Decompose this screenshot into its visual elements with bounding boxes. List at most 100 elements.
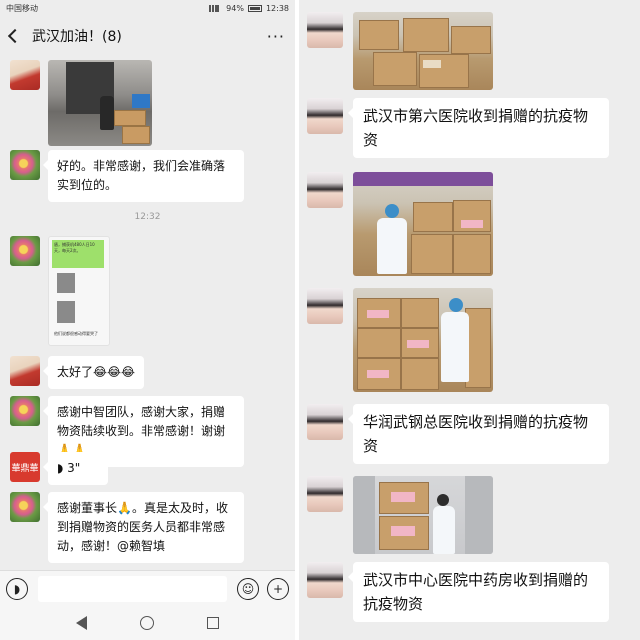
carton [403,18,449,52]
doctor-head [449,298,463,312]
staff-figure [433,506,455,554]
blue-crate [132,94,150,108]
green-message-snippet: 盾，捕获机480人日10天，每天2次。 [52,240,104,268]
chat-header: 武汉加油！(8) ··· [0,16,295,56]
message-text[interactable]: 感谢董事长🙏。真是太及时，收到捐赠物资的医务人员都非常感动，感谢！@赖智填 [10,492,244,563]
nav-back-icon[interactable] [76,616,88,630]
avatar-logo[interactable]: 華鼎華 [10,452,40,482]
doctor-figure [377,218,407,274]
avatar[interactable] [10,60,40,90]
carton [122,126,150,144]
message-text[interactable]: 武汉市中心医院中药房收到捐赠的抗疫物资 [307,562,609,622]
add-plus-icon[interactable]: + [267,577,289,600]
avatar[interactable] [307,562,343,598]
message-input[interactable] [38,575,227,602]
message-photo-central-hospital[interactable] [307,476,493,554]
avatar[interactable] [307,288,343,324]
doctor-head [385,204,399,218]
carton [413,202,453,232]
hospital-delivery-photo[interactable] [353,288,493,392]
message-photo-screenshot[interactable]: 盾，捕获机480人日10天，每天2次。 他们说都很感动得要哭了 [10,236,110,346]
carrier-label: 中国移动 [6,3,38,13]
avatar[interactable] [307,172,343,208]
message-photo-truck[interactable] [10,60,152,146]
message-photo-hospital6[interactable] [307,172,493,276]
nav-recent-icon[interactable] [206,617,219,629]
clock: 12:38 [265,3,289,13]
donation-boxes-photo[interactable] [353,12,493,90]
carton [359,20,399,50]
message-bubble[interactable]: 好的。非常感谢，我们会准确落实到位的。 [43,150,244,202]
pink-label [367,370,389,378]
avatar[interactable] [307,12,343,48]
carton [411,234,453,274]
more-options-icon[interactable]: ··· [267,27,285,46]
right-chat-screenshot: 武汉市第六医院收到捐赠的抗疫物资 华润武钢总医院收到捐赠的抗疫物资 武汉市中心医… [299,0,640,640]
message-bubble[interactable]: 武汉市中心医院中药房收到捐赠的抗疫物资 [348,562,609,622]
carton [357,328,401,358]
voice-duration: 3" [67,461,81,475]
voice-wave-icon: ◗ [57,461,64,475]
pink-label [391,492,415,502]
android-nav-bar [0,606,295,640]
nav-home-icon[interactable] [139,616,154,630]
emoji-icon[interactable]: ☺ [237,577,259,600]
pink-label [461,220,483,228]
left-chat-screenshot: 中国移动 94% 12:38 武汉加油！(8) ··· 好的。非常感谢，我们会准… [0,0,295,640]
status-bar: 中国移动 94% 12:38 [0,0,295,16]
hospital-delivery-photo[interactable] [353,172,493,276]
message-text[interactable]: 华润武钢总医院收到捐赠的抗疫物资 [307,404,609,464]
message-text[interactable]: 太好了😂😂😂 [10,356,145,389]
thumb-photo [57,273,75,293]
worker-figure [100,96,114,130]
pink-label [407,340,429,348]
shelf [465,476,493,554]
message-text[interactable]: 好的。非常感谢，我们会准确落实到位的。 [10,150,244,202]
message-text[interactable]: 武汉市第六医院收到捐赠的抗疫物资 [307,98,609,158]
avatar[interactable] [10,236,40,266]
avatar[interactable] [10,396,40,426]
battery-icon [247,4,262,12]
avatar[interactable] [307,476,343,512]
pink-label [367,310,389,318]
pharmacy-photo[interactable] [353,476,493,554]
pink-label [391,526,415,536]
shelf [353,476,375,554]
signal-icon [209,4,220,12]
box-label [423,60,441,68]
doctor-figure [441,312,469,382]
message-bubble[interactable]: 华润武钢总医院收到捐赠的抗疫物资 [348,404,609,464]
avatar[interactable] [10,356,40,386]
carton [453,234,491,274]
banner-sign [353,172,493,186]
chat-title: 武汉加油！(8) [32,29,122,45]
back-arrow-icon[interactable] [7,28,23,44]
snippet-caption: 他们说都很感动得要哭了 [54,331,98,336]
input-bar: ◗ ☺ + [0,570,295,606]
voice-input-icon[interactable]: ◗ [6,577,28,600]
carton [401,358,439,390]
battery-percent: 94% [226,3,244,13]
message-photo-hospital-wuhan-steel[interactable] [307,288,493,392]
avatar[interactable] [307,98,343,134]
timestamp: 12:32 [134,212,161,222]
staff-head [437,494,449,506]
message-bubble[interactable]: 感谢董事长🙏。真是太及时，收到捐赠物资的医务人员都非常感动，感谢！@赖智填 [43,492,244,563]
thumb-photo [57,301,75,323]
message-voice[interactable]: 華鼎華 ◗ 3" [10,452,108,485]
carton [451,26,491,54]
collage: 中国移动 94% 12:38 武汉加油！(8) ··· 好的。非常感谢，我们会准… [0,0,640,640]
status-right: 94% 12:38 [209,4,289,13]
truck-photo[interactable] [48,60,152,146]
carton [373,52,417,86]
carton [114,110,146,126]
message-bubble[interactable]: 武汉市第六医院收到捐赠的抗疫物资 [348,98,609,158]
voice-bubble[interactable]: ◗ 3" [43,452,108,485]
chat-screenshot-photo[interactable]: 盾，捕获机480人日10天，每天2次。 他们说都很感动得要哭了 [48,236,110,346]
message-photo-boxes[interactable] [307,12,493,90]
avatar[interactable] [10,492,40,522]
carton [401,298,439,328]
message-bubble[interactable]: 太好了😂😂😂 [42,356,145,389]
avatar[interactable] [307,404,343,440]
avatar[interactable] [10,150,40,180]
